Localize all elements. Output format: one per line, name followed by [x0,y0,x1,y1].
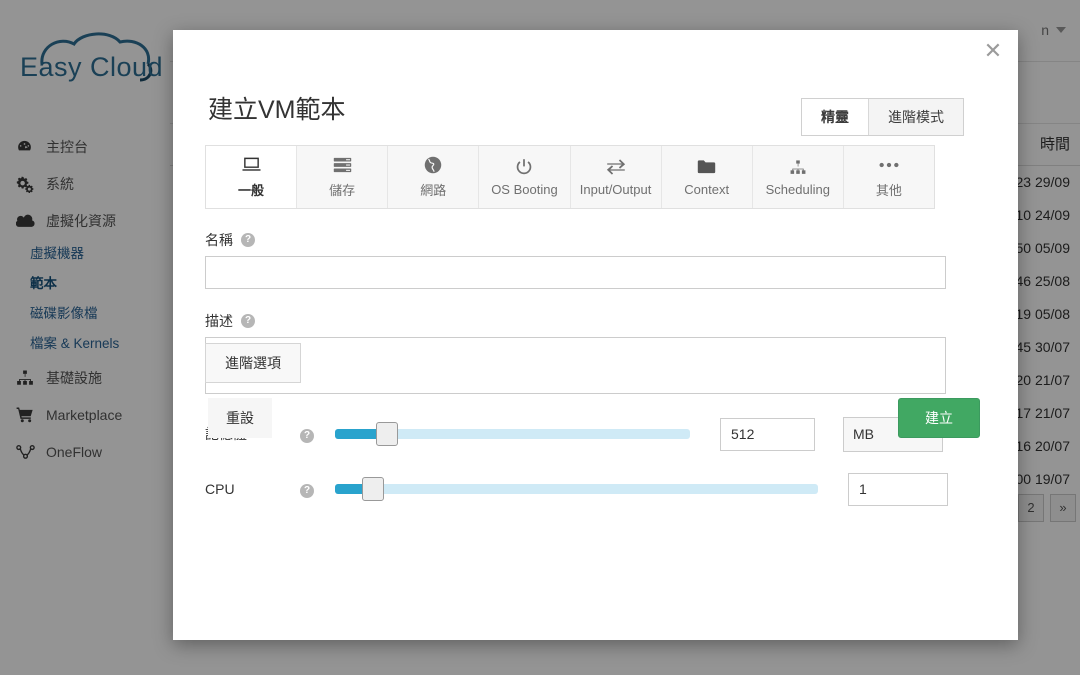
tab-label: 網路 [420,183,447,198]
reset-button[interactable]: 重設 [208,398,272,438]
tab-input-output[interactable]: Input/Output [569,146,661,208]
sitemap-icon [789,157,807,177]
close-icon[interactable]: ✕ [980,39,1006,65]
modal-title: 建立VM範本 [208,96,346,124]
question-mark-icon[interactable]: ? [300,484,314,498]
folder-icon [697,157,716,177]
memory-value-input[interactable] [720,417,815,451]
cpu-slider[interactable] [335,477,818,501]
memory-row: 記憶體 ? MB [205,416,985,452]
tab-label: Input/Output [579,182,652,197]
tab-label: 儲存 [329,183,356,198]
page-root: Easy Cloud 主控台 系統 虛擬化資源 虛擬機器 範本 磁碟影像檔 檔案… [0,0,1080,675]
cpu-row: CPU ? [205,471,985,507]
mode-advanced-button[interactable]: 進階模式 [868,99,963,135]
tab-label: 一般 [238,183,265,198]
exchange-icon [606,157,626,177]
tab-network[interactable]: 網路 [387,146,479,208]
question-mark-icon[interactable]: ? [300,429,314,443]
tab-os-booting[interactable]: OS Booting [478,146,570,208]
description-textarea[interactable] [205,337,946,394]
laptop-icon [242,155,261,175]
mode-toggle-group: 精靈 進階模式 [801,98,964,136]
memory-unit-value: MB [853,426,874,442]
description-field-label-row: 描述 ? [205,311,985,331]
question-mark-icon[interactable]: ? [241,314,255,328]
create-vm-template-modal: ✕ 建立VM範本 精靈 進階模式 一般 儲存 網路 OS Booting Inp… [173,30,1018,640]
tab-context[interactable]: Context [660,146,752,208]
name-input[interactable] [205,256,946,289]
memory-slider[interactable] [335,422,690,446]
tab-label: 其他 [875,183,902,198]
cpu-value-input[interactable] [848,472,948,506]
globe-icon [424,155,442,175]
question-mark-icon[interactable]: ? [241,233,255,247]
tab-label: Scheduling [765,182,830,197]
modal-tabs: 一般 儲存 網路 OS Booting Input/Output Context… [205,145,935,209]
advanced-options-button[interactable]: 進階選項 [205,343,301,383]
description-field-label: 描述 [205,313,233,329]
memory-slider-knob[interactable] [375,422,398,446]
general-form: 名稱 ? 描述 ? 記憶體 ? MB [205,230,985,526]
mode-wizard-button[interactable]: 精靈 [802,99,868,135]
tab-scheduling[interactable]: Scheduling [751,146,843,208]
name-field-label-row: 名稱 ? [205,230,985,250]
tab-label: Context [684,182,730,197]
cpu-slider-knob[interactable] [361,477,384,501]
create-button[interactable]: 建立 [898,398,980,438]
tab-other[interactable]: 其他 [842,146,934,208]
tab-general[interactable]: 一般 [206,146,297,208]
cpu-label: CPU [205,481,235,497]
tab-storage[interactable]: 儲存 [296,146,388,208]
name-field-label: 名稱 [205,232,233,248]
power-icon [515,157,533,177]
server-icon [333,155,352,175]
memory-slider-fill [335,429,378,439]
cpu-slider-fill [335,484,364,494]
tab-label: OS Booting [491,182,558,197]
ellipsis-icon [879,155,899,175]
